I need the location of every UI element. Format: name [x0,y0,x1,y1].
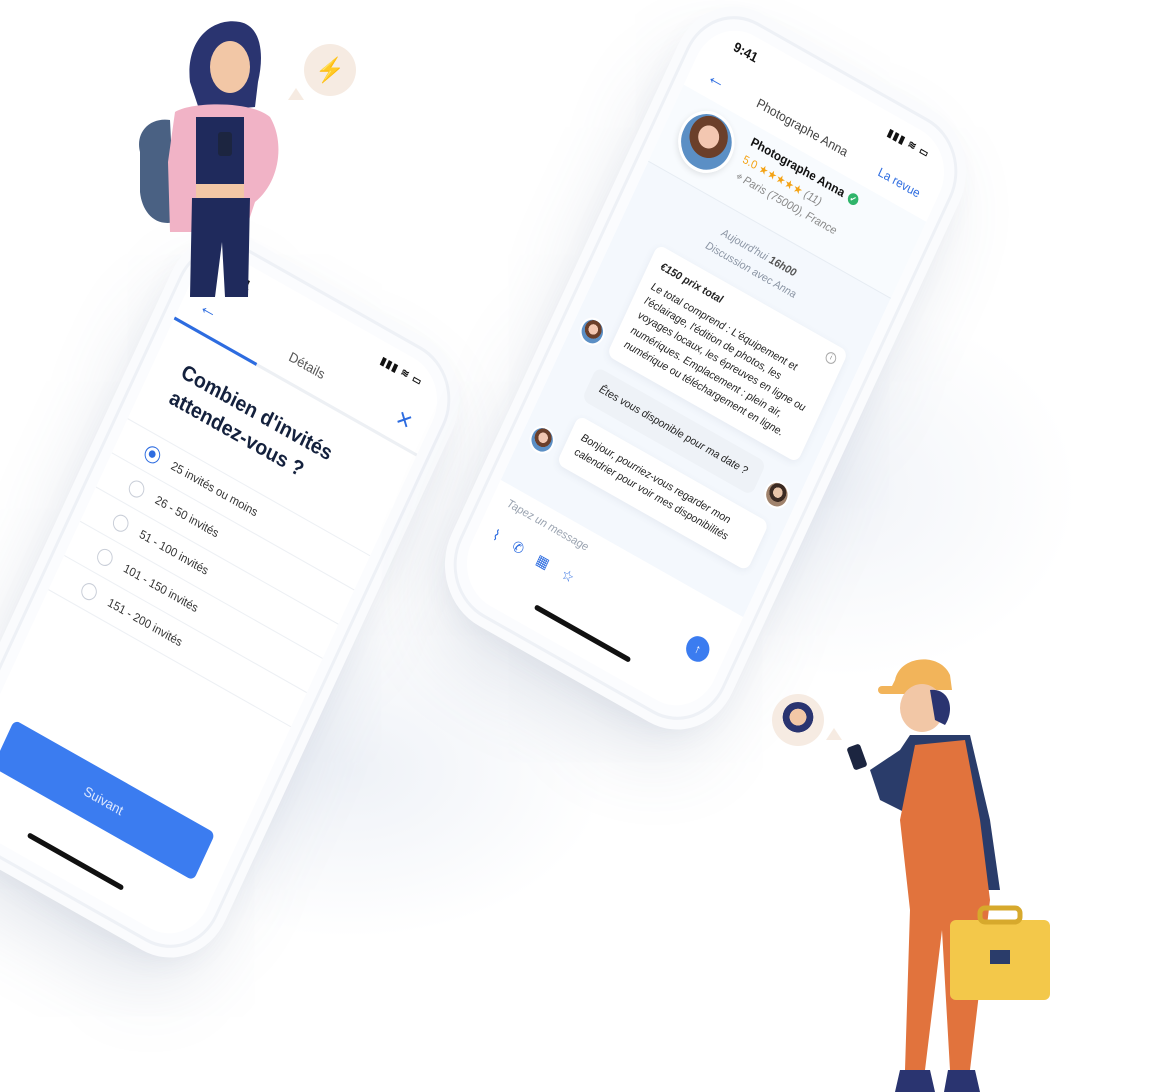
form-title: Détails [286,348,328,382]
avatar [780,702,816,738]
woman-phone [218,132,232,156]
bubble-tail [288,88,304,100]
radio-button[interactable] [142,442,164,466]
worker-boots [895,1070,980,1092]
avatar [759,476,794,514]
marketing-illustration: 9:41 ▮▮▮ ≋ ▭ ← Détails ✕ Combien d'invit… [0,0,1156,1092]
close-icon[interactable]: ✕ [391,404,417,436]
rating-value: 5.0 [740,153,760,173]
next-button[interactable]: Suivant [0,719,216,881]
back-arrow-icon[interactable]: ← [703,64,730,96]
phone-icon[interactable]: ✆ [509,536,527,558]
star-icon[interactable]: ☆ [559,564,577,586]
woman-skin [196,184,244,198]
bubble-tail [826,728,842,740]
radio-button[interactable] [126,477,148,501]
status-time: 9:41 [731,38,761,66]
worker-phone [847,744,867,770]
verified-icon: ✓ [846,190,861,207]
back-arrow-icon[interactable]: ← [195,293,223,325]
review-count: (11) [801,188,824,209]
radio-button[interactable] [94,545,116,569]
avatar [575,312,610,351]
avatar [668,100,745,184]
avatar-bubble [772,694,824,746]
lightning-icon: ⚡ [315,56,345,84]
send-button[interactable]: ↑ [682,631,714,667]
home-indicator [26,832,125,891]
calendar-icon[interactable]: ▦ [533,550,553,573]
review-link[interactable]: La revue [876,165,923,201]
radio-button[interactable] [110,511,132,535]
radio-button[interactable] [78,579,100,603]
avatar [525,420,560,459]
woman-pants [190,198,250,297]
toolbox-latch [990,950,1010,964]
woman-face [210,41,250,93]
attachment-icon[interactable]: ⌇ [490,525,503,545]
worker-illustration [847,659,1050,1092]
notification-bubble: ⚡ [304,44,356,96]
